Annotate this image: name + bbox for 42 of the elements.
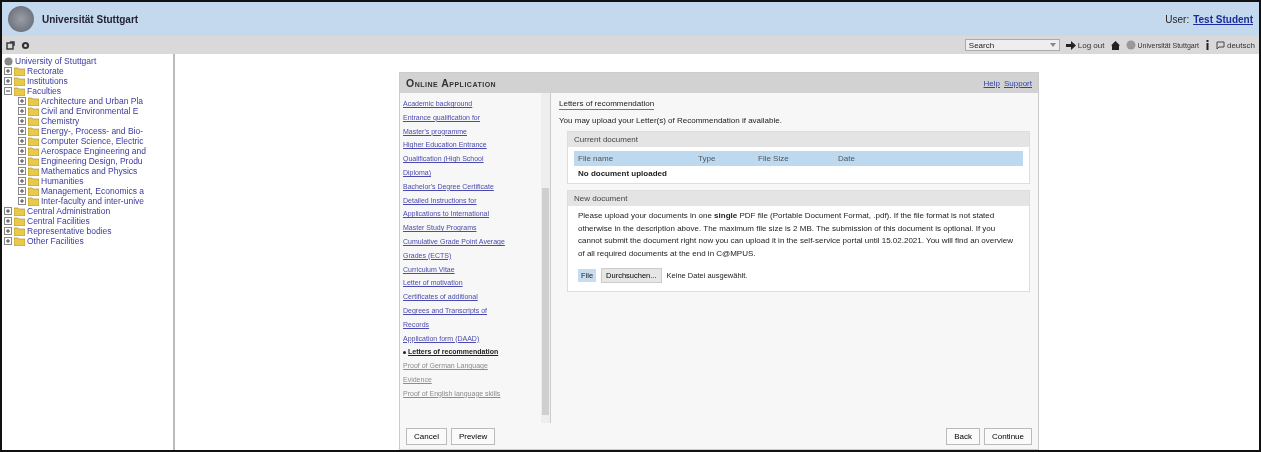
section-heading: Letters of recommendation [559,99,655,110]
tree-item[interactable]: Central Administration [27,206,111,216]
tree-item[interactable]: Inter-faculty and inter-unive [41,196,144,206]
site-title: Universität Stuttgart [42,13,139,25]
footer-button[interactable]: Continue [983,427,1032,445]
tree-item[interactable]: Central Facilities [27,216,90,226]
column-header: File Size [758,154,790,163]
tree-item[interactable]: University of Stuttgart [15,56,97,66]
tree-item[interactable]: Representative bodies [27,226,112,236]
footer-button[interactable]: Back [946,427,980,445]
tree-item[interactable]: Faculties [27,86,61,96]
language-link[interactable]: deutsch [1226,40,1255,50]
user-link[interactable]: Test Student [1193,13,1253,25]
column-header: Date [838,154,856,163]
footer-button[interactable]: Cancel [406,427,447,445]
column-header: File name [578,154,615,163]
search-select[interactable]: Search [964,39,1060,51]
header-link[interactable]: Support [1003,78,1032,88]
tree-item[interactable]: Humanities [41,176,84,186]
tree-item[interactable]: Architecture and Urban Pla [41,96,144,106]
tree-item[interactable]: Management, Economics a [41,186,144,196]
tree-item[interactable]: Institutions [27,76,68,86]
panel-legend: New document [568,191,1029,206]
empty-message: No document uploaded [577,168,668,180]
intro-text: You may upload your Letter(s) of Recommendation if available. [559,116,783,125]
tree-item[interactable]: Other Facilities [27,236,84,246]
tree-item[interactable]: Computer Science, Electric [41,136,144,146]
header-link[interactable]: Help [983,78,1000,88]
tree-item[interactable]: Rectorate [27,66,64,76]
tree-item[interactable]: Energy-, Process- and Bio- [41,126,144,136]
column-header: Type [698,154,717,163]
tree-item[interactable]: Engineering Design, Produ [41,156,143,166]
upload-instructions: Please upload your documents in one single PDF file (Portable Document Format, .pdf). If the file format is not stated otherwise in the description above. The maximum file size is 2 MB. The submission of this document is optional. If you cannot submit the document right now you can upload it in the self-service portal until 15.02.2021. You will find an overview of all required documents at the end in C@MPUS. [577,210,1014,260]
tree-item[interactable]: Mathematics and Physics [41,166,138,176]
tree-item[interactable]: Aerospace Engineering and [41,146,146,156]
user-label: User: [1165,13,1190,25]
logout-link[interactable]: Log out [1077,40,1105,50]
tree-item[interactable]: Civil and Environmental E [41,106,139,116]
dialog-title: Online Application [406,77,497,89]
footer-button[interactable]: Preview [450,427,496,445]
panel-legend: Current document [568,132,1029,147]
tree-item[interactable]: Chemistry [41,116,80,126]
